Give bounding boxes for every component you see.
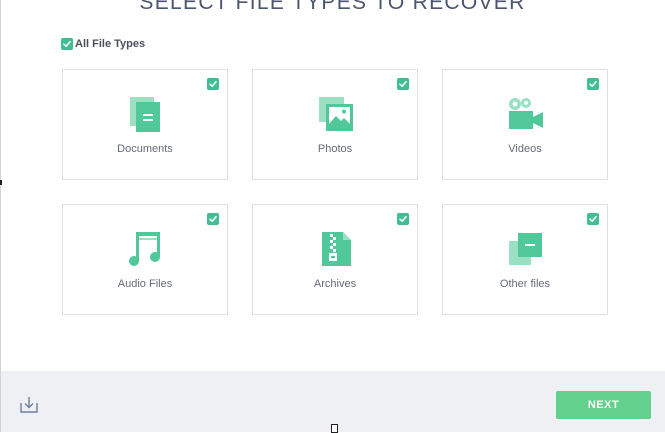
- window-edge-mark: [0, 180, 2, 185]
- file-type-card-archives[interactable]: Archives: [252, 204, 418, 315]
- window-edge: [0, 0, 1, 432]
- file-type-card-documents[interactable]: Documents: [62, 69, 228, 180]
- card-label: Archives: [313, 278, 357, 290]
- card-label: Audio Files: [117, 278, 173, 290]
- video-camera-icon: [506, 94, 546, 134]
- document-icon: [126, 94, 166, 134]
- checkmark-icon[interactable]: [207, 78, 219, 90]
- footer-bar: NEXT: [1, 371, 665, 432]
- card-label: Documents: [117, 143, 173, 155]
- photo-icon: [316, 94, 356, 134]
- download-icon[interactable]: [19, 394, 39, 414]
- checkmark-icon: [61, 38, 73, 50]
- file-type-card-videos[interactable]: Videos: [442, 69, 608, 180]
- checkmark-icon[interactable]: [587, 213, 599, 225]
- card-label: Photos: [317, 143, 353, 155]
- music-note-icon: [126, 229, 166, 269]
- page-title: SELECT FILE TYPES TO RECOVER: [139, 0, 526, 14]
- all-file-types-checkbox[interactable]: All File Types: [61, 38, 145, 50]
- checkmark-icon[interactable]: [397, 213, 409, 225]
- archive-icon: [316, 229, 356, 269]
- file-type-card-other-files[interactable]: Other files: [442, 204, 608, 315]
- file-type-card-photos[interactable]: Photos: [252, 69, 418, 180]
- file-type-card-audio-files[interactable]: Audio Files: [62, 204, 228, 315]
- next-button[interactable]: NEXT: [556, 391, 651, 419]
- other-files-icon: [506, 229, 546, 269]
- checkmark-icon[interactable]: [587, 78, 599, 90]
- card-label: Other files: [499, 278, 551, 290]
- checkmark-icon[interactable]: [207, 213, 219, 225]
- all-file-types-label: All File Types: [75, 38, 146, 50]
- card-label: Videos: [508, 143, 542, 155]
- checkmark-icon[interactable]: [397, 78, 409, 90]
